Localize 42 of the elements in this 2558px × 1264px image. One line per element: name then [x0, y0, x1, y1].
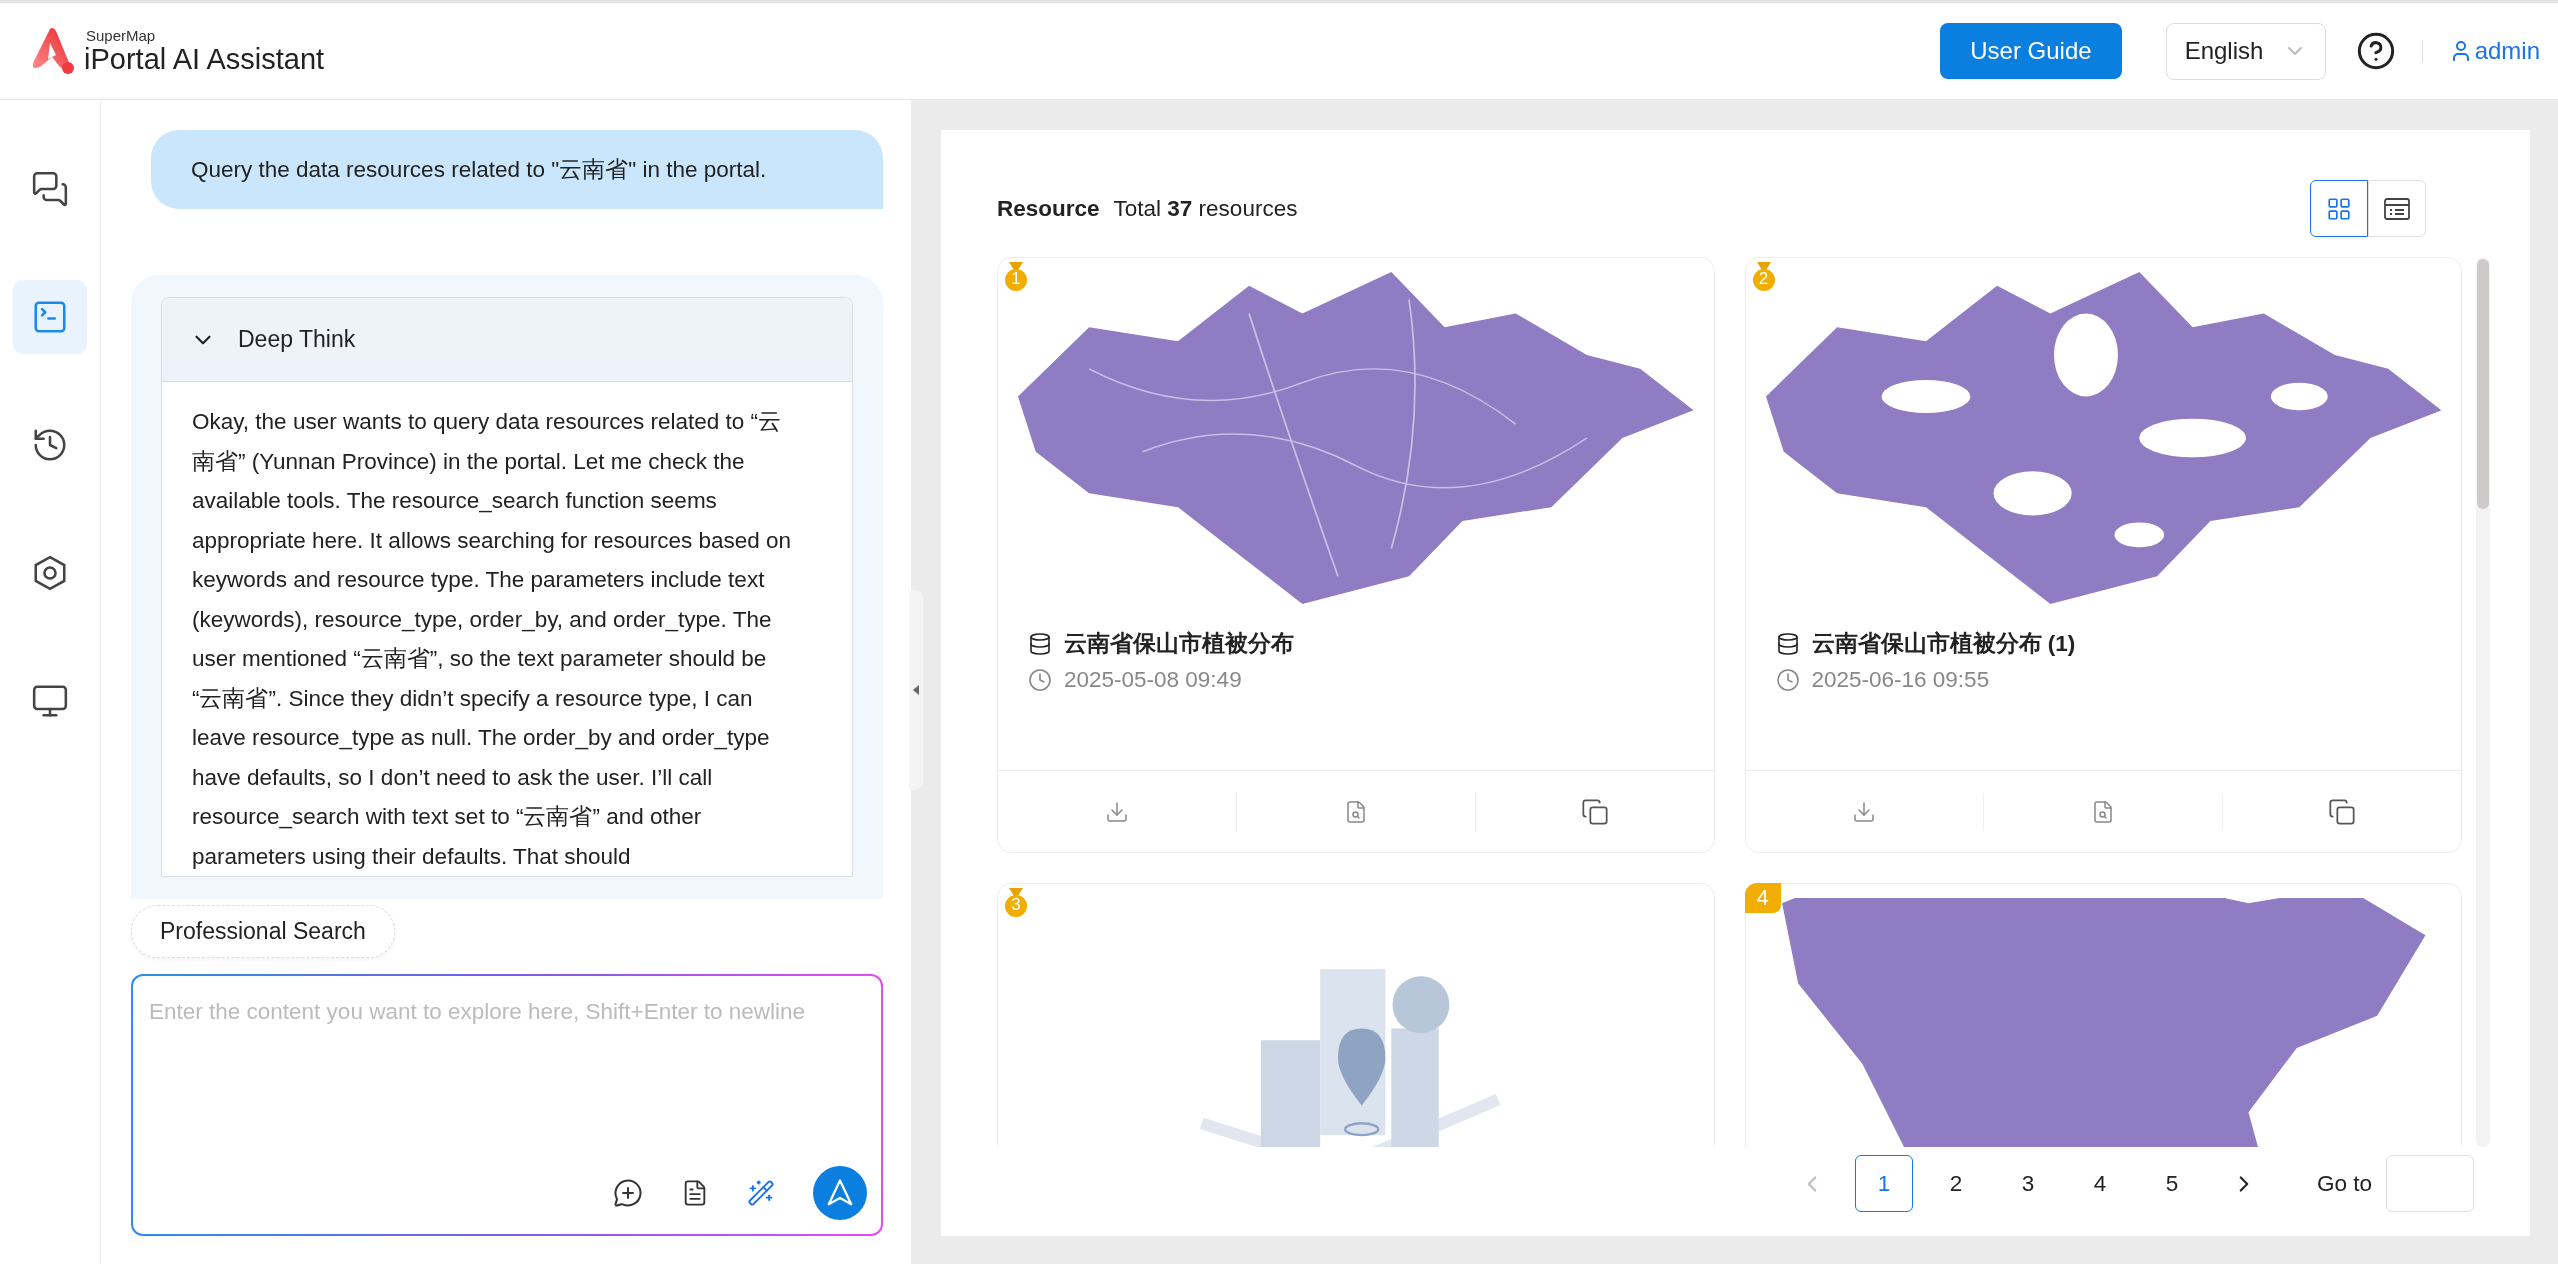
- brand-subtitle: SuperMap: [86, 28, 157, 43]
- monitor-icon: [31, 682, 69, 720]
- deep-think-header[interactable]: Deep Think: [162, 298, 852, 382]
- resource-date: 2025-06-16 09:55: [1811, 667, 1990, 693]
- clock-icon: [1775, 668, 1800, 692]
- page-input[interactable]: [2386, 1155, 2474, 1212]
- language-select[interactable]: English: [2165, 22, 2326, 80]
- user-guide-button[interactable]: User Guide: [1940, 23, 2122, 79]
- app-title: iPortal AI Assistant: [84, 45, 325, 74]
- clock-icon: [1028, 668, 1052, 692]
- terminal-icon: [31, 298, 69, 336]
- settings-icon: [31, 554, 69, 592]
- database-icon: [1775, 631, 1800, 656]
- resource-total: Total 37 resources: [1113, 195, 1298, 222]
- resource-date: 2025-05-08 09:49: [1064, 667, 1242, 693]
- resource-name: 云南省保山市植被分布 (1): [1811, 630, 2076, 658]
- professional-search-chip[interactable]: Professional Search: [131, 905, 395, 958]
- resource-card[interactable]: 2 云南省保山市植被分布 (1) 2025-06-16 09:55: [1744, 257, 2462, 853]
- resource-title: Resource: [997, 195, 1100, 222]
- collapse-handle[interactable]: [909, 590, 923, 790]
- database-icon: [1028, 631, 1052, 656]
- message-field[interactable]: Enter the content you want to explore here, Shift+Enter to newline: [131, 974, 883, 1236]
- logo-icon: [30, 27, 76, 75]
- send-icon: [825, 1178, 855, 1208]
- send-button[interactable]: [813, 1166, 867, 1220]
- deep-think-text: Okay, the user wants to query data resources related to “云南省” (Yunnan Province) in the portal. Let me check the available tools. The resource_search function seems appropriate here. It allows searching for resources based on keywords and resource type. The parameters include text (keywords), resource_type, order_by, and order_type. The user mentioned “云南省”, so the text parameter should be “云南省”. Since they didn’t specify a resource type, I can leave resource_type as null. The order_by and order_type have defaults, so I don’t need to ask the user. I’ll call resource_search with text set to “云南省” and other parameters using their defaults. That should: [191, 408, 793, 871]
- grid-view-button[interactable]: [2310, 180, 2368, 237]
- scrollbar[interactable]: [2476, 257, 2490, 1147]
- help-icon[interactable]: [2355, 31, 2396, 71]
- page-button[interactable]: 1: [1854, 1155, 1913, 1212]
- list-icon: [2383, 196, 2411, 221]
- resource-name: 云南省保山市植被分布: [1064, 630, 1294, 658]
- new-chat-icon[interactable]: [613, 1178, 643, 1208]
- user-message: Query the data resources related to "云南省" in the portal.: [151, 130, 883, 209]
- rank-badge: 4: [1744, 883, 1781, 913]
- user-link[interactable]: admin: [2448, 37, 2546, 65]
- list-view-button[interactable]: [2368, 180, 2426, 237]
- grid-icon: [2326, 195, 2352, 222]
- goto-label: Go to: [2316, 1170, 2372, 1197]
- resource-card[interactable]: 1 云南省保山市植被分布 2025-05-08 09:49: [997, 257, 1715, 853]
- magic-wand-icon[interactable]: [747, 1179, 775, 1207]
- chat-bubbles-icon: [31, 170, 69, 208]
